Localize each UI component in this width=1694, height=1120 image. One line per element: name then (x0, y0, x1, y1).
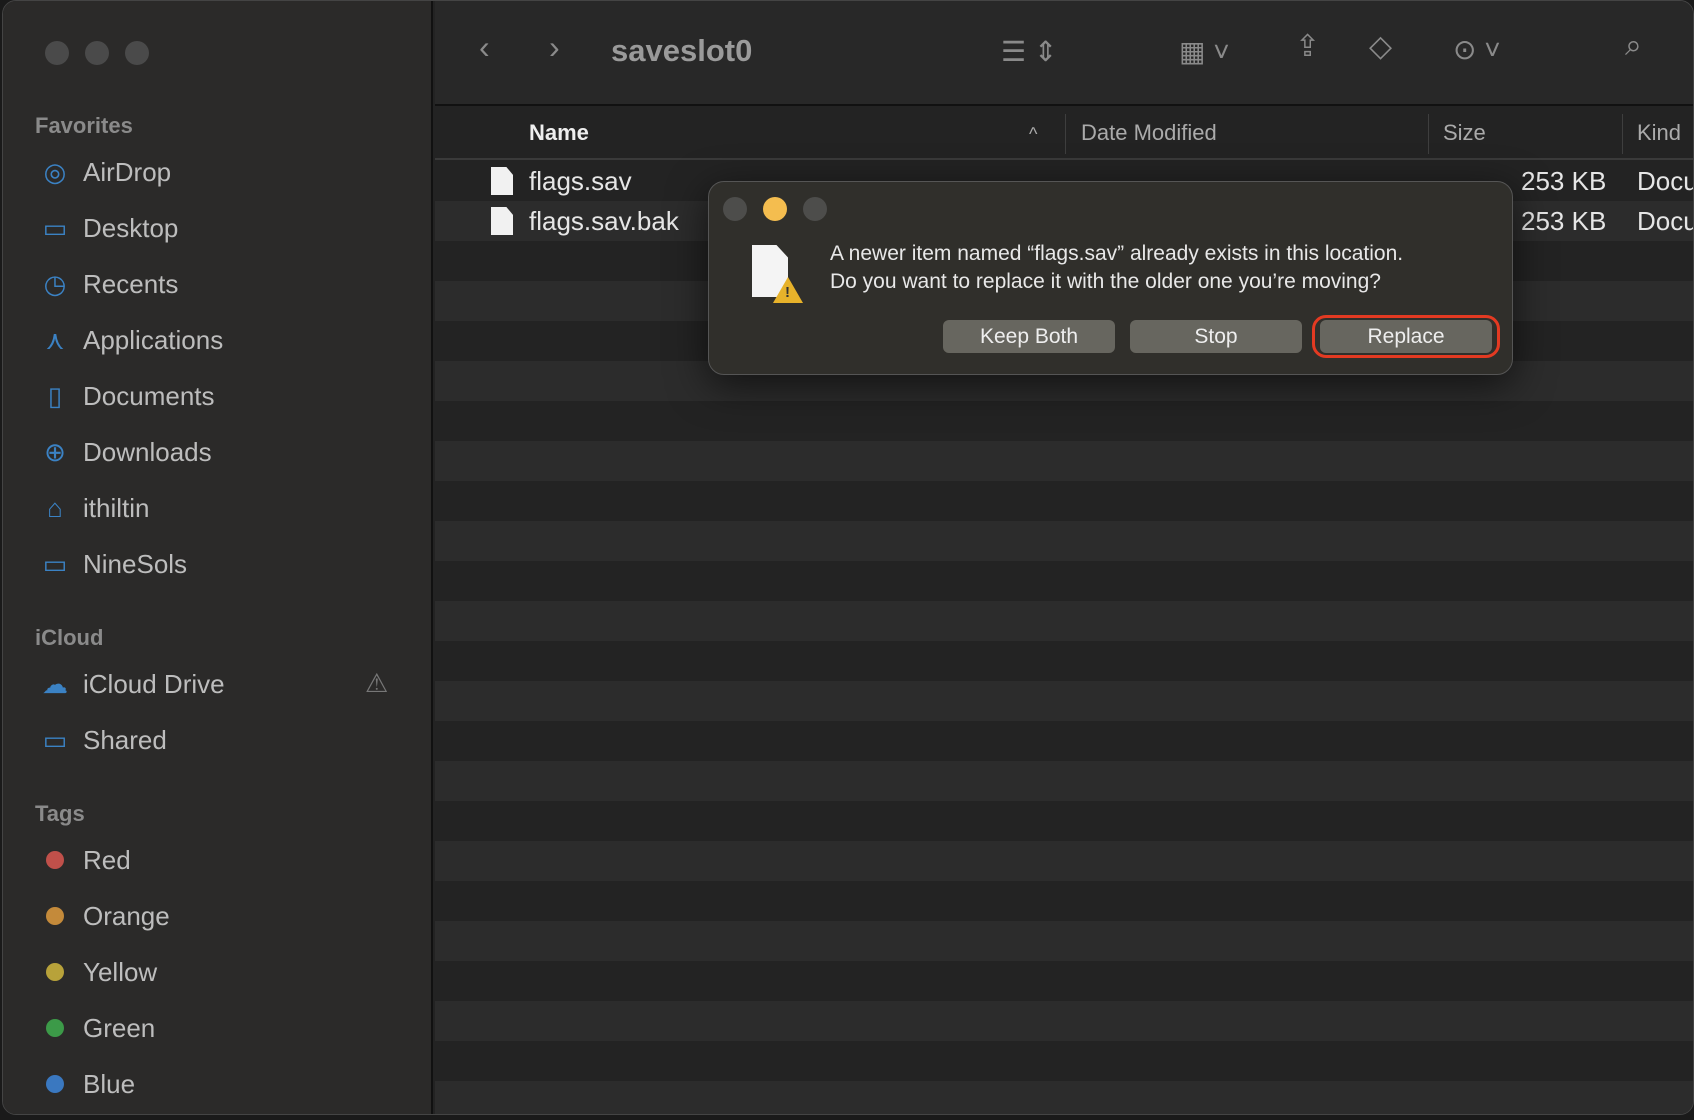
sidebar-item-desktop[interactable]: ▭ Desktop (39, 208, 179, 248)
sidebar-item-airdrop[interactable]: ◎ AirDrop (39, 152, 171, 192)
tags-header: Tags (35, 801, 85, 826)
sidebar-tag-red[interactable]: Red (39, 840, 131, 880)
sidebar-item-shared[interactable]: ▭ Shared (39, 720, 167, 760)
desktop-icon: ▭ (42, 212, 68, 243)
column-date-modified[interactable]: Date Modified (1081, 120, 1217, 146)
download-icon: ⊕ (44, 436, 66, 467)
tag-icon[interactable]: ◇ (1369, 29, 1392, 64)
search-icon[interactable]: ⌕ (1625, 29, 1642, 63)
document-icon: ▯ (47, 380, 63, 411)
shared-folder-icon: ▭ (42, 724, 68, 755)
sidebar-item-downloads[interactable]: ⊕ Downloads (39, 432, 212, 472)
sidebar-tag-yellow[interactable]: Yellow (39, 952, 157, 992)
column-kind[interactable]: Kind (1637, 120, 1681, 146)
home-icon: ⌂ (47, 492, 63, 523)
minimize-button[interactable] (85, 41, 109, 65)
more-actions-icon[interactable]: ⊙ ˅ (1453, 33, 1501, 66)
warning-icon: ⚠ (365, 668, 389, 698)
replace-button[interactable]: Replace (1320, 320, 1492, 353)
applications-icon: ⋏ (45, 324, 65, 355)
zoom-button[interactable] (125, 41, 149, 65)
sidebar-item-applications[interactable]: ⋏ Applications (39, 320, 223, 360)
close-button[interactable] (45, 41, 69, 65)
column-name[interactable]: Name (529, 120, 589, 146)
toolbar: ‹ › saveslot0 ☰ ⇕ ▦ ˅ ⇪ ◇ ⊙ ˅ ⌕ (435, 1, 1693, 106)
tag-dot-icon (46, 851, 64, 869)
tag-dot-icon (46, 1019, 64, 1037)
column-divider[interactable] (1065, 114, 1066, 154)
tag-dot-icon (46, 1075, 64, 1093)
sidebar-tag-green[interactable]: Green (39, 1008, 155, 1048)
group-icon[interactable]: ▦ ˅ (1179, 35, 1230, 68)
icloud-header: iCloud (35, 625, 104, 650)
forward-button[interactable]: › (549, 29, 560, 66)
sidebar-item-recents[interactable]: ◷ Recents (39, 264, 179, 304)
stop-button[interactable]: Stop (1130, 320, 1302, 353)
file-icon (491, 167, 513, 195)
finder-window: Favorites ◎ AirDrop ▭ Desktop ◷ Recents ⋏ Ap… (2, 0, 1694, 1115)
sidebar-item-icloud-drive[interactable]: ☁ iCloud Drive (39, 664, 225, 704)
dialog-minimize-button[interactable] (763, 197, 787, 221)
tag-dot-icon (46, 963, 64, 981)
column-divider[interactable] (1428, 114, 1429, 154)
warning-icon: ! (773, 277, 803, 303)
window-title: saveslot0 (611, 33, 753, 68)
column-header: Name ^ Date Modified Size Kind (435, 108, 1693, 160)
file-browser: ‹ › saveslot0 ☰ ⇕ ▦ ˅ ⇪ ◇ ⊙ ˅ ⌕ Name ^ D… (435, 1, 1693, 1114)
dialog-zoom-button[interactable] (803, 197, 827, 221)
clock-icon: ◷ (43, 268, 67, 299)
sidebar: Favorites ◎ AirDrop ▭ Desktop ◷ Recents ⋏ Ap… (3, 1, 433, 1114)
folder-icon: ▭ (42, 548, 68, 579)
file-icon (491, 207, 513, 235)
dialog-message: A newer item named “flags.sav” already e… (830, 242, 1404, 293)
list-view-icon[interactable]: ☰ ⇕ (1001, 35, 1057, 68)
back-button[interactable]: ‹ (479, 29, 490, 66)
favorites-header: Favorites (35, 113, 133, 138)
column-divider[interactable] (1622, 114, 1623, 154)
tag-dot-icon (46, 907, 64, 925)
sidebar-tag-orange[interactable]: Orange (39, 896, 170, 936)
column-size[interactable]: Size (1443, 120, 1486, 146)
sort-ascending-icon: ^ (1029, 124, 1038, 144)
sidebar-item-home[interactable]: ⌂ ithiltin (39, 488, 149, 528)
sidebar-tag-blue[interactable]: Blue (39, 1064, 135, 1104)
share-icon[interactable]: ⇪ (1295, 29, 1320, 64)
airdrop-icon: ◎ (43, 156, 67, 187)
cloud-icon: ☁ (42, 668, 68, 699)
sidebar-item-ninesols[interactable]: ▭ NineSols (39, 544, 187, 584)
sidebar-item-documents[interactable]: ▯ Documents (39, 376, 215, 416)
dialog-close-button[interactable] (723, 197, 747, 221)
replace-dialog: ! A newer item named “flags.sav” already… (708, 181, 1513, 375)
keep-both-button[interactable]: Keep Both (943, 320, 1115, 353)
